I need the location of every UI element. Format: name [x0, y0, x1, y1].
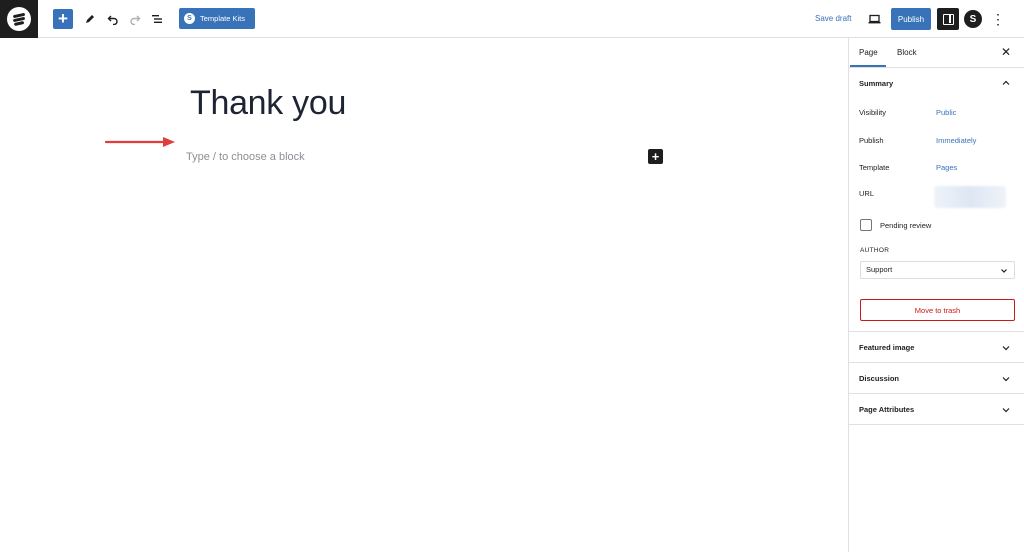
chevron-down-icon[interactable] [1002, 344, 1010, 352]
list-view-icon[interactable] [147, 9, 167, 29]
template-value[interactable]: Pages [936, 163, 957, 172]
template-kits-icon: S [184, 13, 195, 24]
logo-icon [7, 7, 31, 31]
publish-date-value[interactable]: Immediately [936, 136, 976, 145]
chevron-down-icon[interactable] [1002, 406, 1010, 414]
visibility-label: Visibility [859, 108, 886, 117]
tools-pencil-icon[interactable] [80, 9, 100, 29]
preview-icon[interactable] [864, 9, 884, 29]
settings-sidebar: Page Block ✕ Summary Visibility Public P… [848, 38, 1024, 552]
panel-divider [849, 331, 1024, 332]
post-title[interactable]: Thank you [190, 84, 346, 123]
summary-panel-toggle[interactable]: Summary [859, 79, 893, 88]
chevron-down-icon[interactable] [1002, 375, 1010, 383]
author-select-value: Support [866, 265, 893, 274]
template-kits-button[interactable]: S Template Kits [179, 8, 255, 29]
settings-sidebar-toggle[interactable] [937, 8, 959, 30]
chevron-down-icon [1001, 269, 1007, 273]
sidebar-tabs: Page Block ✕ [849, 38, 1024, 68]
discussion-panel-toggle[interactable]: Discussion [859, 374, 899, 383]
plugin-icon[interactable]: S [964, 10, 982, 28]
url-label: URL [859, 189, 875, 198]
sidebar-toggle-icon [942, 13, 954, 25]
template-label: Template [859, 163, 890, 172]
tab-page[interactable]: Page [859, 48, 878, 57]
author-select[interactable]: Support [860, 261, 1015, 279]
panel-divider [849, 362, 1024, 363]
pending-review-label[interactable]: Pending review [880, 221, 931, 230]
editor-toolbar: + S Template Kits Save draft Publish S ⋮ [0, 0, 1024, 38]
move-to-trash-button[interactable]: Move to trash [860, 299, 1015, 321]
featured-image-panel-toggle[interactable]: Featured image [859, 343, 914, 352]
close-icon[interactable]: ✕ [1001, 45, 1011, 59]
page-attributes-panel-toggle[interactable]: Page Attributes [859, 405, 914, 414]
active-tab-indicator [850, 65, 886, 67]
tab-block[interactable]: Block [897, 48, 917, 57]
publish-button[interactable]: Publish [891, 8, 931, 30]
undo-icon[interactable] [103, 9, 123, 29]
author-heading: AUTHOR [860, 247, 890, 254]
block-appender-placeholder[interactable]: Type / to choose a block [186, 151, 305, 163]
site-logo-button[interactable] [0, 0, 38, 38]
panel-divider [849, 424, 1024, 425]
block-inserter-button[interactable]: + [53, 9, 73, 29]
pending-review-checkbox[interactable] [860, 219, 872, 231]
more-options-icon[interactable]: ⋮ [988, 9, 1008, 29]
visibility-value[interactable]: Public [936, 108, 956, 117]
redo-icon[interactable] [125, 9, 145, 29]
url-value[interactable] [934, 186, 1006, 208]
chevron-up-icon[interactable] [1002, 79, 1010, 87]
annotation-arrow [105, 137, 175, 147]
save-draft-button[interactable]: Save draft [815, 14, 851, 23]
editor-canvas[interactable]: Thank you Type / to choose a block + [0, 38, 848, 552]
template-kits-label: Template Kits [200, 14, 246, 23]
panel-divider [849, 393, 1024, 394]
inline-inserter-button[interactable]: + [648, 149, 663, 164]
publish-label: Publish [859, 136, 884, 145]
